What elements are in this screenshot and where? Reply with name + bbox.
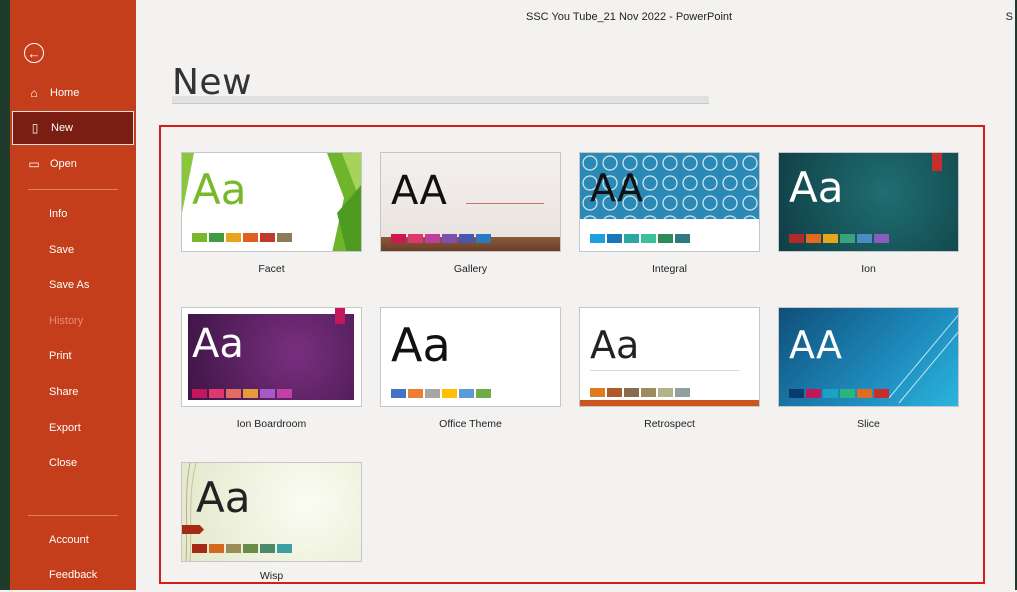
gallery-rule	[466, 203, 544, 204]
boardroom-tab	[335, 308, 345, 324]
sidebar-item-label: New	[51, 122, 74, 134]
template-retrospect[interactable]: Aa Retrospect	[579, 307, 760, 430]
template-name: Ion Boardroom	[236, 418, 307, 430]
sidebar-item-feedback[interactable]: Feedback	[12, 558, 134, 592]
template-thumbnail[interactable]: Aa	[181, 307, 362, 407]
template-name: Integral	[651, 263, 688, 275]
template-sample-text: AA	[789, 323, 843, 367]
color-swatches	[192, 233, 292, 242]
template-ion-boardroom[interactable]: Aa Ion Boardroom	[181, 307, 362, 430]
window-edge	[0, 0, 10, 590]
sidebar-divider	[28, 189, 118, 190]
template-gallery: Aa Facet AA Gallery AA Integral Aa Ion A…	[159, 125, 985, 584]
backstage-sidebar: ← ⌂ Home ▯ New ▭ Open Info Save Save As …	[0, 0, 136, 590]
color-swatches	[391, 234, 491, 243]
title-bar: SSC You Tube_21 Nov 2022 - PowerPoint S	[136, 0, 1017, 36]
color-swatches	[789, 234, 889, 243]
sidebar-item-label: Export	[49, 422, 81, 434]
template-sample-text: Aa	[590, 323, 640, 367]
template-sample-text: AA	[590, 166, 644, 210]
template-name: Ion	[861, 263, 876, 275]
sidebar-item-export[interactable]: Export	[12, 411, 134, 445]
color-swatches	[192, 544, 292, 553]
template-integral[interactable]: AA Integral	[579, 152, 760, 275]
template-thumbnail[interactable]: AA	[579, 152, 760, 252]
sidebar-item-label: Home	[50, 87, 80, 99]
template-sample-text: Aa	[192, 165, 247, 214]
sidebar-item-label: History	[49, 315, 84, 327]
color-swatches	[789, 389, 889, 398]
template-wisp[interactable]: Aa Wisp	[181, 462, 362, 582]
template-thumbnail[interactable]: Aa	[181, 152, 362, 252]
template-ion[interactable]: Aa Ion	[778, 152, 959, 275]
template-name: Gallery	[453, 263, 488, 275]
new-document-icon: ▯	[31, 121, 39, 135]
sidebar-item-label: Save	[49, 244, 75, 256]
retrospect-bar	[580, 400, 759, 406]
template-thumbnail[interactable]: Aa	[181, 462, 362, 562]
ion-tab	[932, 153, 942, 171]
color-swatches	[590, 388, 690, 397]
wisp-arrow	[182, 525, 204, 534]
color-swatches	[391, 389, 491, 398]
sidebar-item-save[interactable]: Save	[12, 233, 134, 267]
template-name: Slice	[857, 418, 880, 430]
sidebar-item-history: History	[12, 304, 134, 338]
template-gallery-theme[interactable]: AA Gallery	[380, 152, 561, 275]
color-swatches	[590, 234, 690, 243]
template-name: Office Theme	[439, 418, 502, 430]
color-swatches	[192, 389, 292, 398]
template-thumbnail[interactable]: AA	[380, 152, 561, 252]
sidebar-item-open[interactable]: ▭ Open	[12, 147, 134, 181]
sidebar-item-label: Share	[49, 386, 79, 398]
template-sample-text: AA	[391, 168, 447, 214]
sidebar-item-close[interactable]: Close	[12, 446, 134, 480]
sidebar-item-label: Feedback	[49, 569, 98, 581]
home-icon: ⌂	[30, 86, 38, 100]
template-thumbnail[interactable]: Aa	[778, 152, 959, 252]
template-name: Wisp	[259, 570, 284, 582]
document-title: SSC You Tube_21 Nov 2022 - PowerPoint	[526, 11, 733, 23]
sidebar-item-home[interactable]: ⌂ Home	[12, 76, 134, 110]
sidebar-item-label: Save As	[49, 279, 90, 291]
template-thumbnail[interactable]: AA	[778, 307, 959, 407]
template-sample-text: Aa	[192, 321, 244, 367]
sidebar-item-print[interactable]: Print	[12, 339, 134, 373]
sidebar-item-new[interactable]: ▯ New	[12, 111, 134, 145]
template-sample-text: Aa	[789, 163, 844, 212]
sidebar-item-label: Info	[49, 208, 68, 220]
sidebar-item-label: Print	[49, 350, 72, 362]
sidebar-item-label: Open	[50, 158, 77, 170]
template-sample-text: Aa	[391, 318, 451, 372]
template-thumbnail[interactable]: Aa	[579, 307, 760, 407]
template-office-theme[interactable]: Aa Office Theme	[380, 307, 561, 430]
sidebar-item-label: Close	[49, 457, 78, 469]
sidebar-divider	[28, 515, 118, 516]
user-initial[interactable]: S	[1006, 11, 1013, 23]
sidebar-item-account[interactable]: Account	[12, 523, 134, 557]
template-slice[interactable]: AA Slice	[778, 307, 959, 430]
sidebar-item-save-as[interactable]: Save As	[12, 268, 134, 302]
search-templates-box[interactable]	[172, 96, 709, 104]
retrospect-rule	[590, 370, 740, 371]
back-arrow-icon[interactable]: ←	[24, 43, 44, 63]
sidebar-item-label: Account	[49, 534, 89, 546]
sidebar-item-share[interactable]: Share	[12, 375, 134, 409]
template-thumbnail[interactable]: Aa	[380, 307, 561, 407]
template-name: Retrospect	[644, 418, 695, 430]
template-name: Facet	[258, 263, 285, 275]
folder-open-icon: ▭	[28, 157, 40, 171]
template-facet[interactable]: Aa Facet	[181, 152, 362, 275]
template-sample-text: Aa	[196, 473, 251, 522]
sidebar-item-info[interactable]: Info	[12, 197, 134, 231]
